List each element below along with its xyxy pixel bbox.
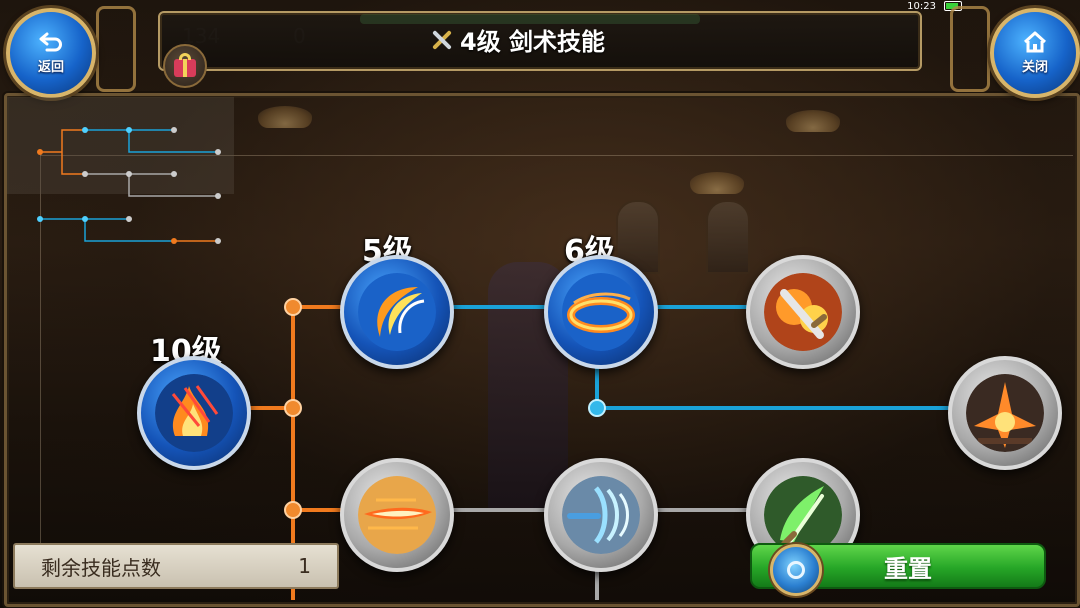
skill-points-label: 剩余技能点数 <box>41 555 161 580</box>
arc-crescent-icon <box>358 273 436 351</box>
link-blue <box>450 305 950 410</box>
burning-sword-icon <box>764 273 842 351</box>
link-junction <box>588 399 606 417</box>
link-junction <box>284 298 302 316</box>
ground-burst-icon <box>966 374 1044 452</box>
flame-dash-icon <box>358 476 436 554</box>
reset-emblem-icon <box>770 544 822 596</box>
wind-wave-icon <box>562 476 640 554</box>
skill-node-flame-slash[interactable] <box>137 356 251 470</box>
skill-node-flame-dash[interactable] <box>340 458 454 572</box>
skill-points-value: 1 <box>298 554 311 578</box>
flame-slash-icon <box>155 374 233 452</box>
skill-tree-screen: 134 0 10:23 4级 剑术技能 返回 关闭 <box>0 0 1080 608</box>
spin-slash-icon <box>562 273 640 351</box>
skill-tree-links <box>240 298 950 600</box>
skill-node-ground-burst[interactable] <box>948 356 1062 470</box>
link-junction <box>284 399 302 417</box>
skill-node-burning-sword[interactable] <box>746 255 860 369</box>
link-junction <box>284 501 302 519</box>
reset-button-label: 重置 <box>884 554 932 583</box>
skill-node-arc-crescent[interactable] <box>340 255 454 369</box>
skill-points-panel: 剩余技能点数 1 <box>13 543 339 589</box>
skill-node-wind-wave[interactable] <box>544 458 658 572</box>
skill-node-spin-slash[interactable] <box>544 255 658 369</box>
